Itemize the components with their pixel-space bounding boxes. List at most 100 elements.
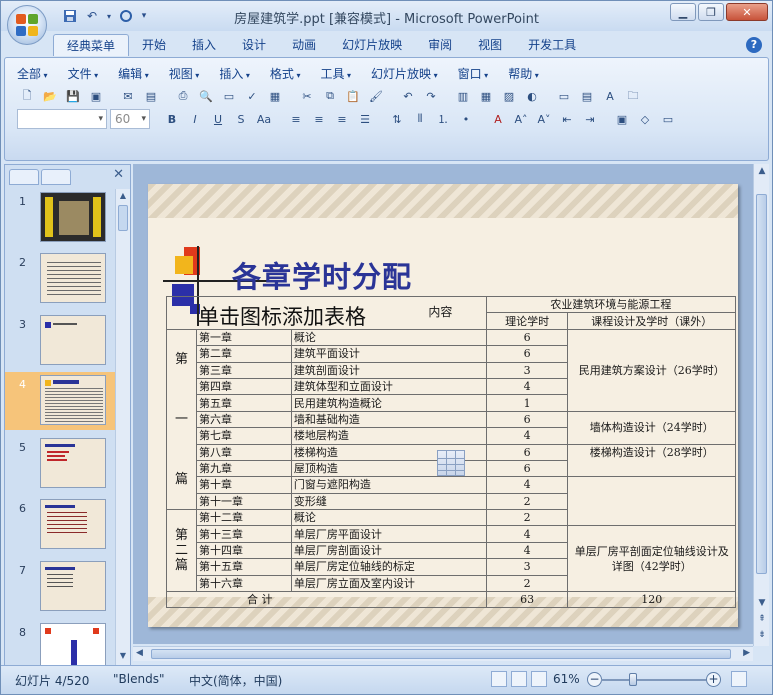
align-right-icon[interactable]: ≡	[332, 109, 352, 129]
language-indicator[interactable]: 中文(简体，中国)	[189, 672, 282, 689]
text-direction-icon[interactable]: ⇅	[387, 109, 407, 129]
table-icon[interactable]: ▦	[476, 86, 496, 106]
folder-icon[interactable]: 🗀	[623, 86, 643, 106]
thumbnail-item[interactable]: 3	[5, 312, 116, 370]
font-color-icon[interactable]: A	[488, 109, 508, 129]
fit-to-window-icon[interactable]	[731, 671, 747, 687]
menu-view[interactable]: 视图	[169, 65, 200, 82]
thumbnails-scrollbar[interactable]: ▲ ▼	[115, 189, 130, 665]
normal-view-icon[interactable]	[491, 671, 507, 687]
undo-icon[interactable]: ↶	[398, 86, 418, 106]
zoom-slider-handle[interactable]	[629, 673, 637, 686]
font-size-combo[interactable]: 60	[110, 109, 150, 129]
help-icon[interactable]: ?	[746, 37, 762, 53]
bold-icon[interactable]: B	[162, 109, 182, 129]
pdf-icon[interactable]: ▤	[141, 86, 161, 106]
arrange-icon[interactable]: ▣	[612, 109, 632, 129]
zoom-level[interactable]: 61%	[553, 672, 580, 686]
thumbnail-item[interactable]: 2	[5, 250, 116, 308]
color-icon[interactable]: ◐	[522, 86, 542, 106]
thumbnail-item[interactable]: 8	[5, 620, 116, 665]
decrease-indent-icon[interactable]: ⇤	[557, 109, 577, 129]
tab-review[interactable]: 审阅	[415, 34, 465, 56]
slide-vertical-scrollbar[interactable]: ▲ ▼ ⇞ ⇟	[753, 164, 769, 646]
spelling-icon[interactable]: ✓	[242, 86, 262, 106]
tab-home[interactable]: 开始	[129, 34, 179, 56]
tab-classic-menu[interactable]: 经典菜单	[53, 34, 130, 56]
open-icon[interactable]: 📂	[40, 86, 60, 106]
menu-format[interactable]: 格式	[270, 65, 301, 82]
menu-file[interactable]: 文件	[68, 65, 99, 82]
menu-slideshow[interactable]: 幻灯片放映	[371, 65, 438, 82]
italic-icon[interactable]: I	[185, 109, 205, 129]
scroll-down-icon[interactable]: ▼	[756, 598, 768, 608]
scroll-right-icon[interactable]: ▶	[743, 648, 750, 658]
thumbnail-item[interactable]: 7	[5, 558, 116, 616]
scroll-up-icon[interactable]: ▲	[756, 166, 768, 176]
copy-icon[interactable]: ⧉	[320, 86, 340, 106]
bullets-icon[interactable]: •	[456, 109, 476, 129]
scroll-up-icon[interactable]: ▲	[117, 191, 129, 203]
menu-edit[interactable]: 编辑	[118, 65, 149, 82]
slide-sorter-icon[interactable]	[511, 671, 527, 687]
print-icon[interactable]: ⎙	[173, 86, 193, 106]
zoom-out-icon[interactable]: −	[587, 672, 602, 687]
more-icon[interactable]: ▭	[658, 109, 678, 129]
tab-animations[interactable]: 动画	[279, 34, 329, 56]
paste-icon[interactable]: 📋	[343, 86, 363, 106]
cut-icon[interactable]: ✂	[297, 86, 317, 106]
permission-icon[interactable]: ▣	[86, 86, 106, 106]
research-icon[interactable]: ▭	[219, 86, 239, 106]
scroll-thumb[interactable]	[151, 649, 731, 659]
zoom-slider-track[interactable]	[601, 679, 706, 681]
outline-tab[interactable]	[41, 169, 71, 185]
slide-title[interactable]: 各章学时分配	[232, 254, 412, 296]
tab-developer[interactable]: 开发工具	[515, 34, 589, 56]
font-name-combo[interactable]	[17, 109, 107, 129]
office-button[interactable]	[7, 5, 47, 45]
menu-all[interactable]: 全部	[17, 65, 48, 82]
columns-icon[interactable]: ⫴	[410, 109, 430, 129]
thesaurus-icon[interactable]: ▦	[265, 86, 285, 106]
thumbnail-item[interactable]: 1	[5, 189, 116, 247]
justify-icon[interactable]: ☰	[355, 109, 375, 129]
zoom-in-icon[interactable]: +	[706, 672, 721, 687]
menu-window[interactable]: 窗口	[458, 65, 489, 82]
table-placeholder-prompt[interactable]: 单击图标添加表格	[198, 301, 366, 331]
email-icon[interactable]: ✉	[118, 86, 138, 106]
thumbnail-item[interactable]: 5	[5, 435, 116, 493]
slideshow-view-icon[interactable]	[531, 671, 547, 687]
numbering-icon[interactable]: ⒈	[433, 109, 453, 129]
next-slide-icon[interactable]: ⇟	[756, 630, 768, 640]
slide-horizontal-scrollbar[interactable]: ◀ ▶	[133, 646, 753, 661]
text-box-icon[interactable]: A	[600, 86, 620, 106]
tab-view[interactable]: 视图	[465, 34, 515, 56]
layout-icon[interactable]: ▤	[577, 86, 597, 106]
scroll-thumb[interactable]	[756, 194, 767, 574]
tab-insert[interactable]: 插入	[179, 34, 229, 56]
new-icon[interactable]: 🗋	[17, 86, 37, 106]
save-icon[interactable]: 💾	[63, 86, 83, 106]
align-left-icon[interactable]: ≡	[286, 109, 306, 129]
shrink-font-icon[interactable]: A˅	[534, 109, 554, 129]
scroll-left-icon[interactable]: ◀	[136, 648, 143, 658]
shadow-icon[interactable]: S	[231, 109, 251, 129]
close-button[interactable]: ✕	[726, 3, 768, 21]
print-preview-icon[interactable]: 🔍	[196, 86, 216, 106]
shapes-icon[interactable]: ◇	[635, 109, 655, 129]
menu-insert[interactable]: 插入	[219, 65, 250, 82]
restore-button[interactable]: ❐	[698, 3, 724, 21]
chart-icon[interactable]: ▥	[453, 86, 473, 106]
align-center-icon[interactable]: ≡	[309, 109, 329, 129]
close-pane-icon[interactable]: ✕	[113, 167, 124, 182]
tab-design[interactable]: 设计	[229, 34, 279, 56]
grow-font-icon[interactable]: A˄	[511, 109, 531, 129]
new-slide-icon[interactable]: ▭	[554, 86, 574, 106]
picture-icon[interactable]: ▨	[499, 86, 519, 106]
increase-indent-icon[interactable]: ⇥	[580, 109, 600, 129]
redo-icon[interactable]: ↷	[421, 86, 441, 106]
menu-tools[interactable]: 工具	[320, 65, 351, 82]
thumbnail-item[interactable]: 6	[5, 496, 116, 554]
minimize-button[interactable]: ▁	[670, 3, 696, 21]
thumbnail-item-selected[interactable]: 4	[5, 372, 116, 430]
